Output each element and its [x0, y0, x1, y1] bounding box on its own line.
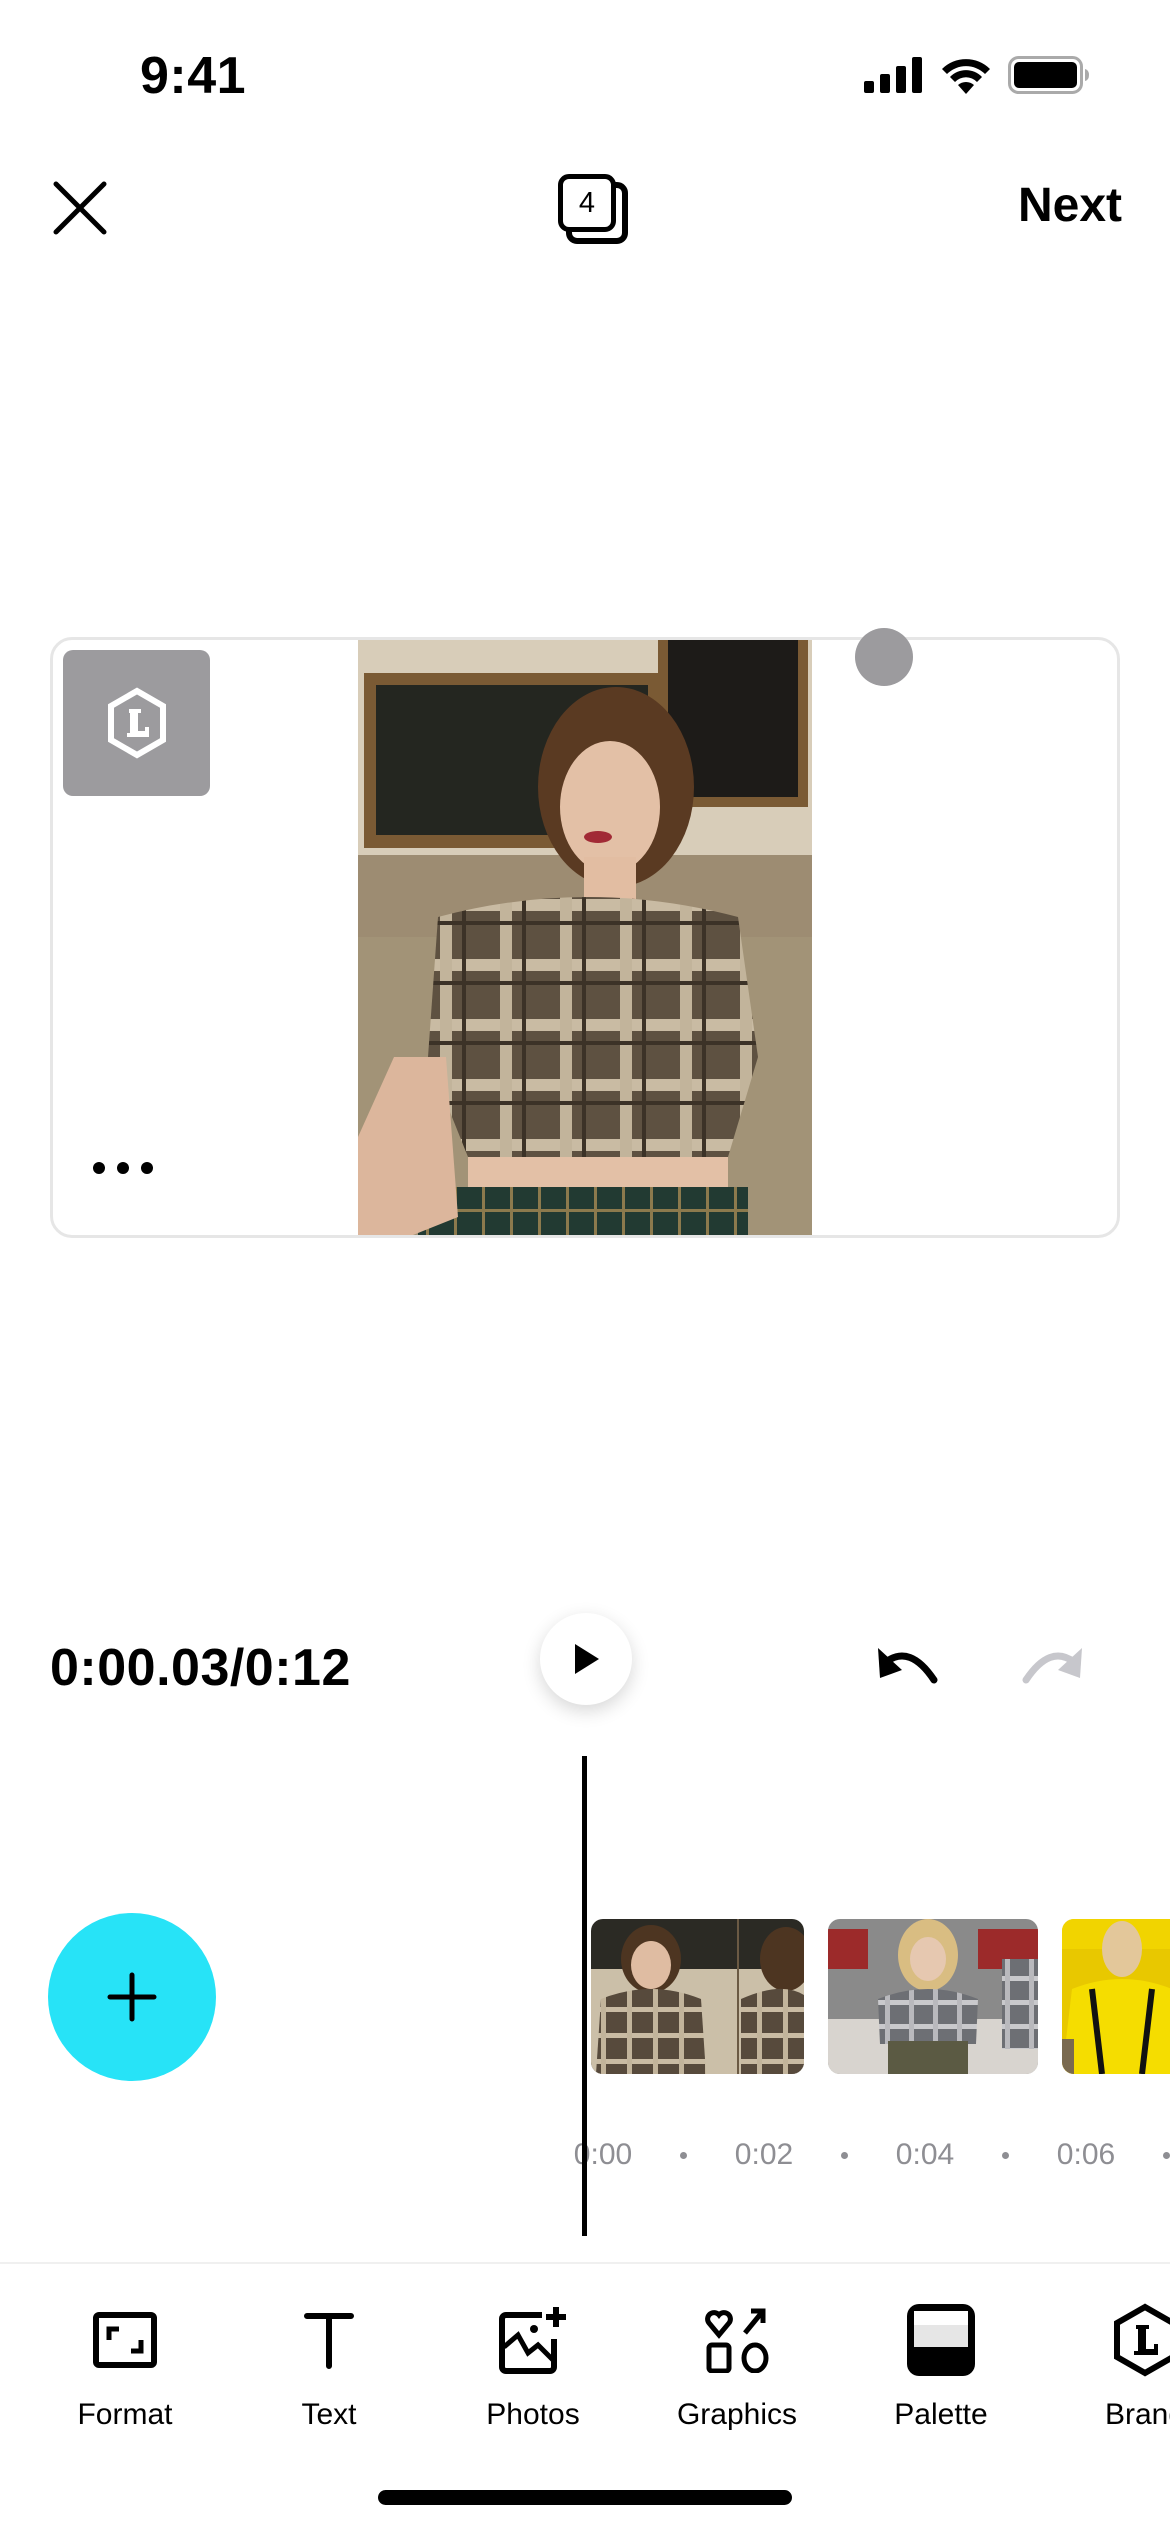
- undo-icon: [878, 1648, 938, 1684]
- tick-dot: [841, 2151, 848, 2159]
- tick-label: 0:02: [734, 2138, 794, 2171]
- preview-canvas[interactable]: [50, 637, 1120, 1238]
- tool-text[interactable]: Text: [227, 2300, 431, 2440]
- brand-logo-placeholder[interactable]: [63, 650, 210, 796]
- preview-photo[interactable]: [358, 640, 812, 1235]
- bottom-toolbar: Format Text Photos Graphics Palette Bran: [0, 2300, 1170, 2440]
- tool-label: Photos: [486, 2398, 580, 2431]
- tool-brand[interactable]: Brand: [1043, 2300, 1170, 2440]
- home-indicator[interactable]: [378, 2490, 792, 2505]
- play-button[interactable]: [540, 1613, 632, 1705]
- photos-add-icon: [499, 2307, 566, 2374]
- timeline-clip-3[interactable]: [1062, 1919, 1170, 2074]
- redo-button[interactable]: [1016, 1640, 1088, 1696]
- graphics-icon: [705, 2308, 769, 2373]
- more-dot: [141, 1162, 153, 1174]
- palette-icon: [907, 2304, 975, 2376]
- tool-label: Palette: [894, 2398, 988, 2431]
- tool-label: Format: [77, 2398, 173, 2431]
- tool-label: Graphics: [676, 2398, 798, 2431]
- tool-graphics[interactable]: Graphics: [635, 2300, 839, 2440]
- tick-label: 0:04: [895, 2138, 955, 2171]
- time-display: 0:00.03/0:12: [50, 1639, 351, 1697]
- next-button[interactable]: Next: [1018, 178, 1122, 233]
- status-time: 9:41: [140, 47, 247, 105]
- cellular-signal-icon: [864, 57, 922, 93]
- tool-palette[interactable]: Palette: [839, 2300, 1043, 2440]
- timeline-ruler: 0:00 0:02 0:04 0:06: [548, 2138, 1170, 2172]
- play-icon: [575, 1644, 599, 1674]
- tick-dot: [680, 2151, 687, 2159]
- more-dot: [93, 1162, 105, 1174]
- add-clip-button[interactable]: [48, 1913, 216, 2081]
- tick-dot: [1163, 2151, 1170, 2159]
- pages-count-badge: 4: [558, 174, 616, 232]
- tick-label: 0:00: [573, 2138, 633, 2171]
- undo-button[interactable]: [872, 1640, 944, 1696]
- brand-icon: [1114, 2303, 1170, 2377]
- close-icon: [53, 181, 107, 235]
- tick-label: 0:06: [1056, 2138, 1116, 2171]
- toolbar-divider: [0, 2262, 1170, 2264]
- tool-photos[interactable]: Photos: [431, 2300, 635, 2440]
- tool-label: Brand: [1104, 2398, 1170, 2431]
- timeline-clip-1[interactable]: [591, 1919, 804, 2074]
- redo-icon: [1022, 1648, 1082, 1684]
- brand-hexagon-L-icon: [107, 687, 166, 759]
- more-dot: [117, 1162, 129, 1174]
- tool-label: Text: [301, 2398, 357, 2431]
- text-icon: [304, 2313, 354, 2369]
- playhead[interactable]: [582, 1756, 587, 2236]
- tick-dot: [1002, 2151, 1009, 2159]
- close-button[interactable]: [50, 178, 110, 238]
- more-options-button[interactable]: [93, 1148, 153, 1188]
- timeline-clip-2[interactable]: [828, 1919, 1038, 2074]
- drag-handle[interactable]: [855, 628, 913, 686]
- tool-format[interactable]: Format: [23, 2300, 227, 2440]
- plus-icon: [107, 1972, 157, 2022]
- wifi-icon: [942, 59, 990, 94]
- battery-icon: [1008, 56, 1089, 94]
- status-icons: [864, 56, 1090, 94]
- pages-count-button[interactable]: 4: [556, 172, 632, 248]
- format-icon: [93, 2312, 157, 2368]
